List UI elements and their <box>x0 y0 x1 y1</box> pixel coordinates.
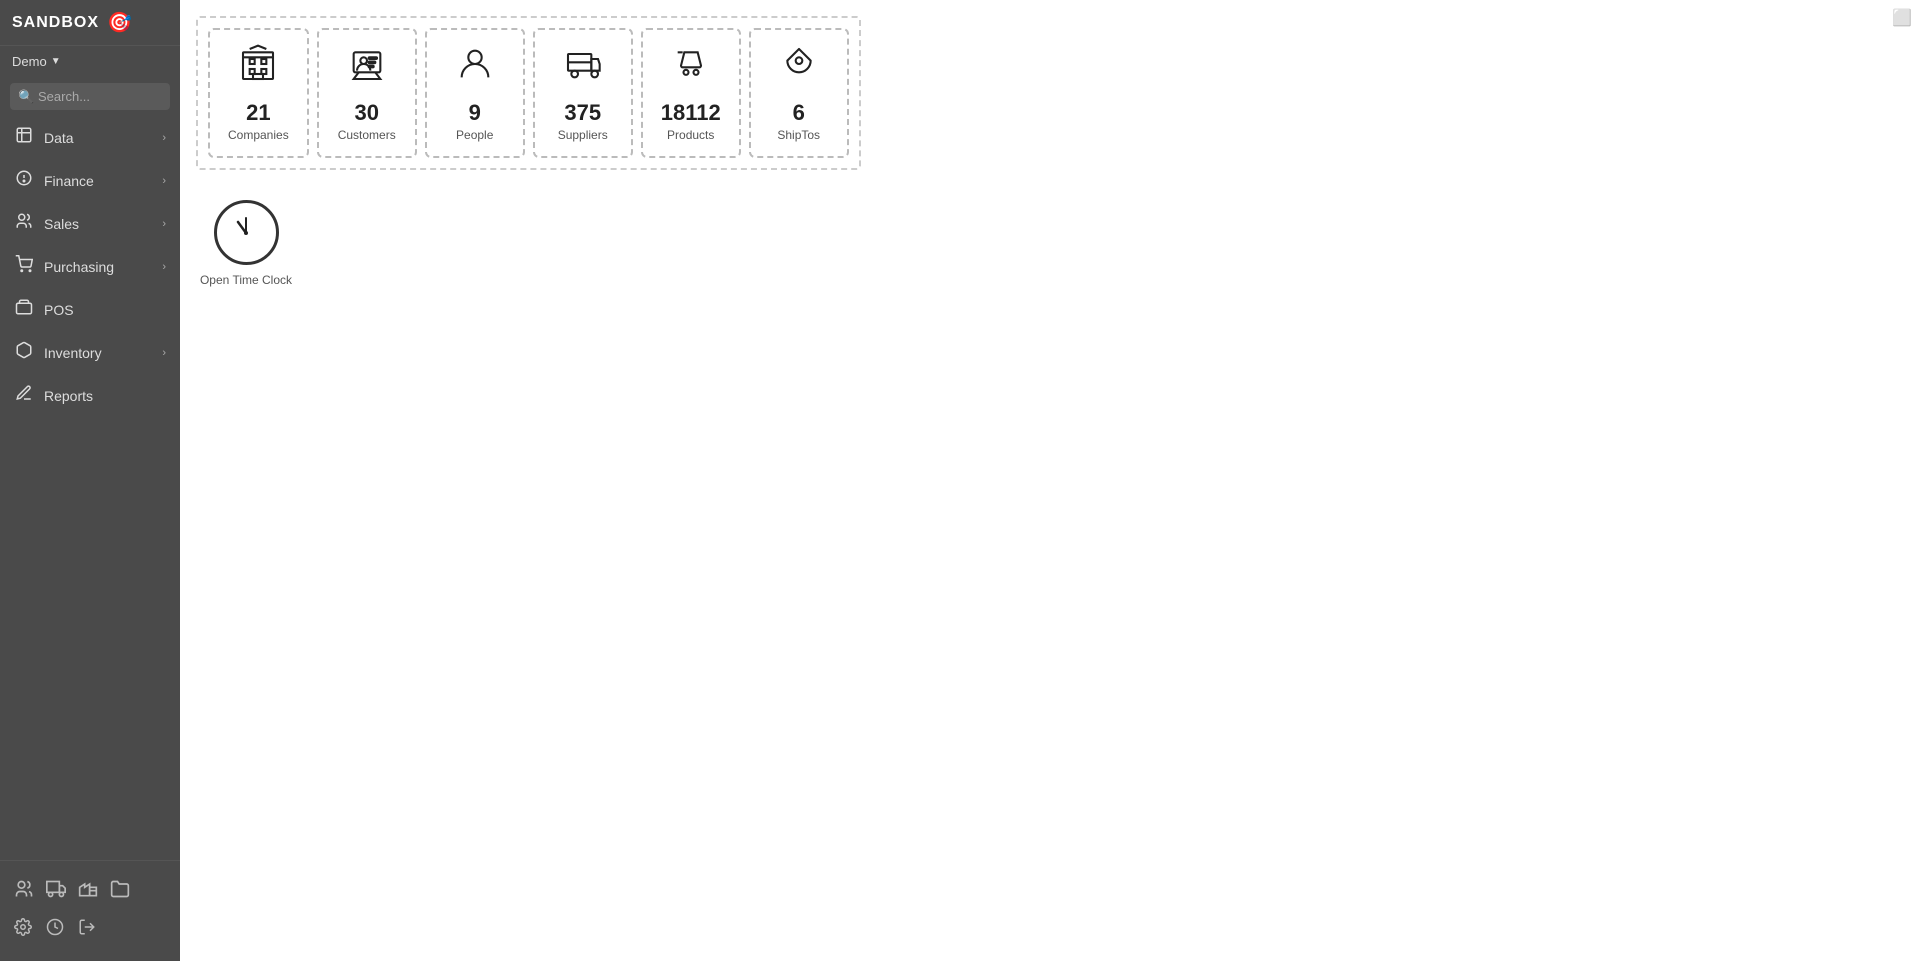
logout-icon[interactable] <box>78 918 96 941</box>
inventory-icon <box>14 341 34 364</box>
sidebar-item-inventory[interactable]: Inventory › <box>0 331 180 374</box>
sidebar-item-data-label: Data <box>44 130 74 146</box>
finance-icon <box>14 169 34 192</box>
window-resize-icon[interactable]: ⬜ <box>1892 8 1912 28</box>
sidebar-item-pos[interactable]: POS <box>0 288 180 331</box>
search-icon: 🔍 <box>18 89 34 105</box>
nav-items: Data › Finance › Sales › <box>0 116 180 860</box>
sidebar: SANDBOX 🎯 Demo ▼ 🔍 Data › Fina <box>0 0 180 961</box>
products-label: Products <box>667 128 714 142</box>
suppliers-icon <box>563 44 603 92</box>
shiptos-label: ShipTos <box>777 128 820 142</box>
sidebar-item-purchasing[interactable]: Purchasing › <box>0 245 180 288</box>
people-label: People <box>456 128 493 142</box>
sidebar-item-pos-label: POS <box>44 302 74 318</box>
stats-row: 21 Companies 30 Customers 9 People 375 S… <box>196 16 861 170</box>
logo-icon: 🎯 <box>107 10 132 35</box>
suppliers-label: Suppliers <box>558 128 608 142</box>
stat-card-shiptos[interactable]: 6 ShipTos <box>749 28 849 158</box>
clock-icon[interactable] <box>46 918 64 941</box>
sidebar-item-sales[interactable]: Sales › <box>0 202 180 245</box>
clock-widget-label: Open Time Clock <box>200 273 292 287</box>
companies-count: 21 <box>246 100 270 126</box>
pos-icon <box>14 298 34 321</box>
clock-circle <box>214 200 279 265</box>
people-icon[interactable] <box>14 879 34 904</box>
folder-icon[interactable] <box>110 879 130 904</box>
sales-chevron-icon: › <box>162 218 166 230</box>
customers-label: Customers <box>338 128 396 142</box>
shiptos-icon <box>779 44 819 92</box>
purchasing-icon <box>14 255 34 278</box>
people-stat-icon <box>455 44 495 92</box>
sidebar-bottom <box>0 860 180 961</box>
sidebar-footer-icons <box>0 912 180 951</box>
data-icon <box>14 126 34 149</box>
companies-icon <box>238 44 278 92</box>
sales-icon <box>14 212 34 235</box>
search-wrap: 🔍 <box>10 83 170 110</box>
stat-card-people[interactable]: 9 People <box>425 28 525 158</box>
reports-icon <box>14 384 34 407</box>
suppliers-count: 375 <box>564 100 601 126</box>
demo-chevron-icon: ▼ <box>51 56 61 67</box>
purchasing-chevron-icon: › <box>162 261 166 273</box>
clock-widget[interactable]: Open Time Clock <box>196 200 296 287</box>
products-count: 18112 <box>661 100 721 126</box>
sidebar-item-finance[interactable]: Finance › <box>0 159 180 202</box>
truck-icon[interactable] <box>46 879 66 904</box>
demo-selector[interactable]: Demo ▼ <box>0 46 180 77</box>
data-chevron-icon: › <box>162 132 166 144</box>
customers-icon <box>347 44 387 92</box>
people-count: 9 <box>469 100 481 126</box>
sidebar-item-reports[interactable]: Reports <box>0 374 180 417</box>
inventory-chevron-icon: › <box>162 347 166 359</box>
stat-card-companies[interactable]: 21 Companies <box>208 28 309 158</box>
customers-count: 30 <box>354 100 378 126</box>
companies-label: Companies <box>228 128 289 142</box>
sidebar-bottom-icons <box>0 871 180 912</box>
settings-icon[interactable] <box>14 918 32 941</box>
shiptos-count: 6 <box>793 100 805 126</box>
sidebar-item-inventory-label: Inventory <box>44 345 102 361</box>
sidebar-item-data[interactable]: Data › <box>0 116 180 159</box>
sidebar-item-purchasing-label: Purchasing <box>44 259 114 275</box>
stat-card-customers[interactable]: 30 Customers <box>317 28 417 158</box>
sidebar-item-reports-label: Reports <box>44 388 93 404</box>
sidebar-header: SANDBOX 🎯 <box>0 0 180 46</box>
finance-chevron-icon: › <box>162 175 166 187</box>
sidebar-item-sales-label: Sales <box>44 216 79 232</box>
stat-card-products[interactable]: 18112 Products <box>641 28 741 158</box>
main-content: 21 Companies 30 Customers 9 People 375 S… <box>180 0 1920 961</box>
factory-icon[interactable] <box>78 879 98 904</box>
sidebar-item-finance-label: Finance <box>44 173 94 189</box>
products-icon <box>671 44 711 92</box>
stat-card-suppliers[interactable]: 375 Suppliers <box>533 28 633 158</box>
sandbox-logo-text: SANDBOX <box>12 14 99 32</box>
demo-label: Demo <box>12 54 47 69</box>
